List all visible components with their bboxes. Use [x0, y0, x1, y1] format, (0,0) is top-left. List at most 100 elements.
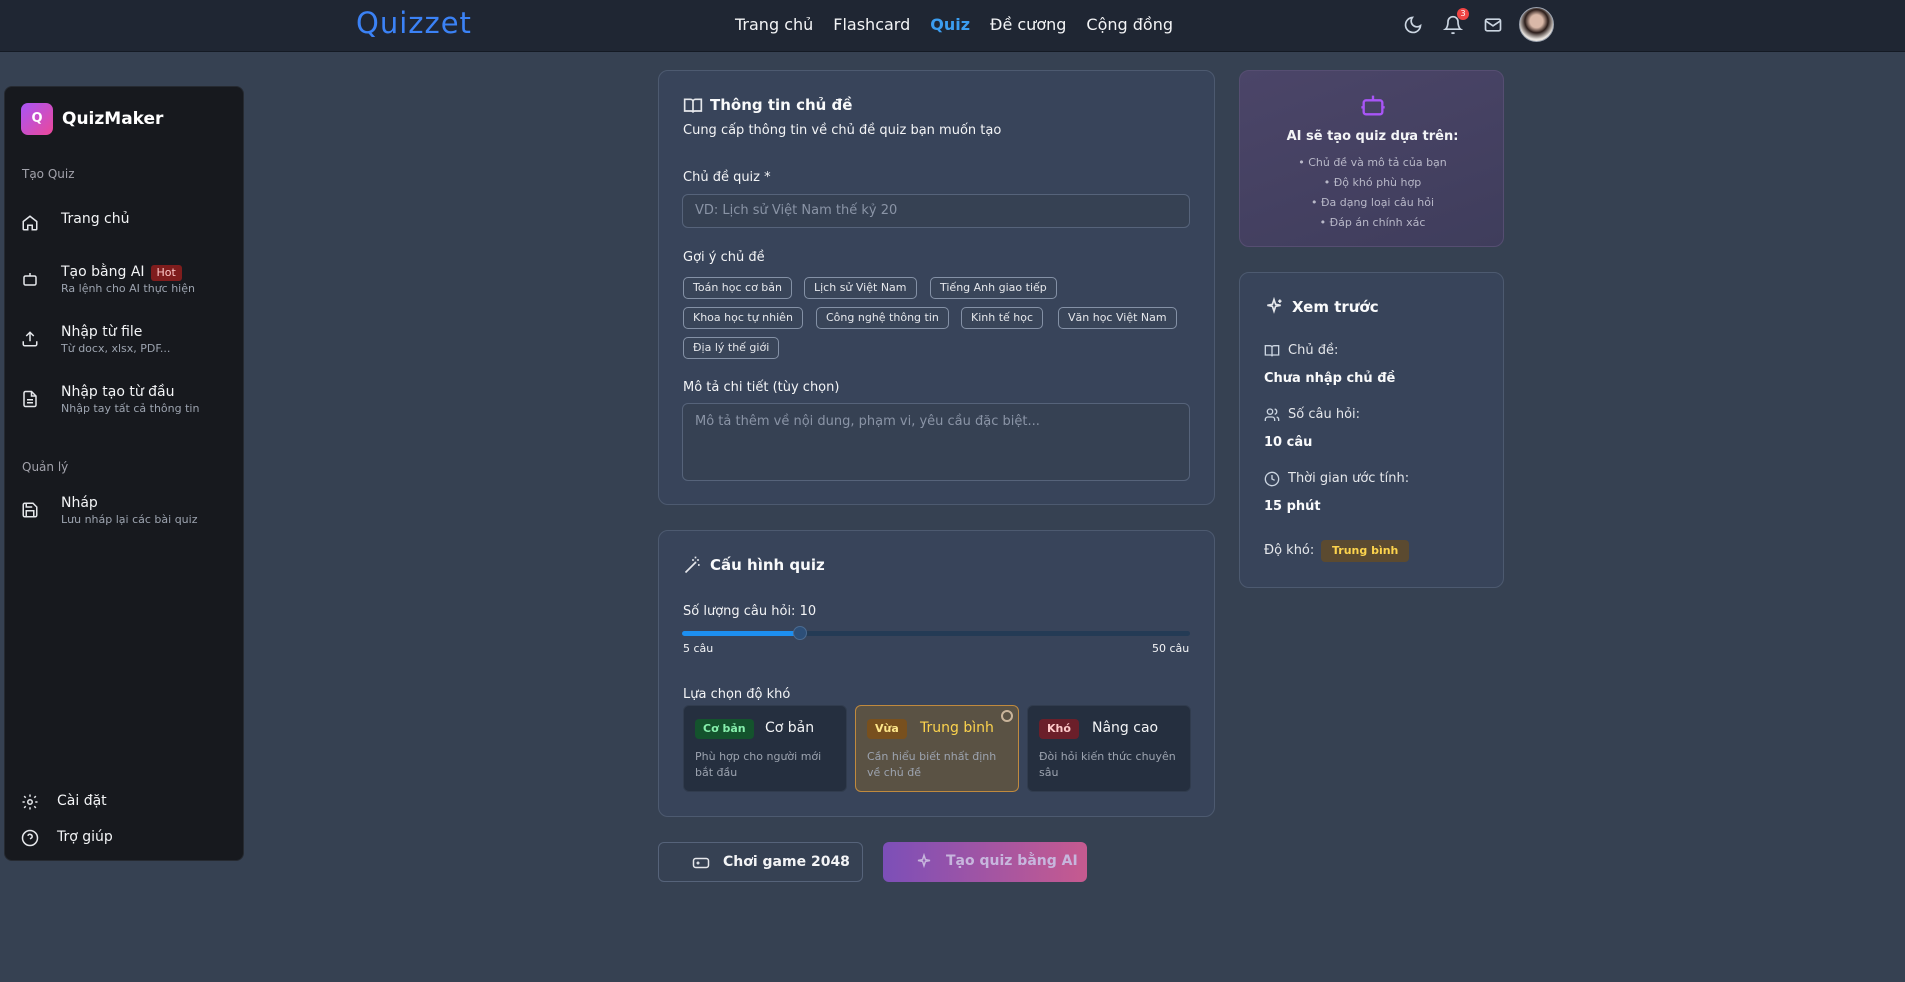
difficulty-label: Lựa chọn độ khó — [683, 687, 791, 702]
book-icon — [683, 98, 703, 113]
sidebar-item-label: Tạo bằng AI — [61, 264, 145, 280]
suggestion-chip[interactable]: Toán học cơ bản — [683, 277, 793, 299]
magic-wand-icon — [684, 556, 700, 574]
nav-home[interactable]: Trang chủ — [735, 15, 813, 34]
robot-icon — [1361, 95, 1385, 116]
preview-title: Xem trước — [1292, 298, 1379, 316]
topic-label: Chủ đề quiz * — [683, 170, 771, 185]
description-textarea[interactable]: Mô tả thêm về nội dung, phạm vi, yêu cầu… — [682, 403, 1190, 481]
sidebar-item-label: Nháp — [61, 495, 98, 511]
sidebar-item-label: Nhập tạo từ đầu — [61, 384, 175, 400]
mail-icon[interactable] — [1483, 15, 1503, 35]
nav-community[interactable]: Cộng đồng — [1086, 15, 1173, 34]
question-count-label: Số lượng câu hỏi: 10 — [683, 604, 817, 619]
sparkles-icon — [1267, 297, 1282, 314]
topic-input[interactable]: VD: Lịch sử Việt Nam thế kỷ 20 — [682, 194, 1190, 228]
slider-max-label: 50 câu — [1152, 642, 1190, 655]
ai-info-title: AI sẽ tạo quiz dựa trên: — [1286, 129, 1459, 144]
file-icon — [23, 390, 37, 408]
gamepad-icon — [692, 857, 710, 869]
generate-ai-quiz-label: Tạo quiz bằng AI — [946, 853, 1078, 869]
save-icon — [22, 502, 38, 518]
difficulty-name: Trung bình — [920, 720, 994, 736]
sidebar: Q QuizMaker Tạo Quiz Trang chủ Tạo bằng … — [4, 86, 244, 861]
sidebar-item-label: Nhập từ file — [61, 324, 143, 340]
ai-info-point: • Chủ đề và mô tả của bạn — [1298, 156, 1447, 169]
sidebar-item-sub: Ra lệnh cho AI thực hiện — [61, 282, 195, 295]
play-2048-button[interactable]: Chơi game 2048 — [658, 842, 863, 882]
difficulty-name: Nâng cao — [1092, 720, 1159, 736]
suggestion-chip[interactable]: Địa lý thế giới — [683, 337, 780, 359]
robot-icon — [23, 273, 37, 286]
preview-difficulty-badge: Trung bình — [1321, 540, 1410, 562]
users-icon — [1264, 408, 1280, 421]
difficulty-tag: Cơ bản — [695, 719, 754, 739]
suggestion-chip[interactable]: Kinh tế học — [961, 307, 1044, 329]
app-logo[interactable]: Quizzet — [356, 6, 472, 40]
suggestion-chip[interactable]: Khoa học tự nhiên — [683, 307, 803, 329]
difficulty-desc: Cần hiểu biết nhất định về chủ đề — [867, 750, 997, 779]
settings-label: Cài đặt — [57, 793, 107, 809]
moon-icon[interactable] — [1403, 15, 1423, 35]
ai-info-point: • Đáp án chính xác — [1319, 216, 1426, 229]
difficulty-option-medium[interactable]: Vừa Trung bình Cần hiểu biết nhất định v… — [855, 705, 1019, 792]
suggestion-chip[interactable]: Tiếng Anh giao tiếp — [930, 277, 1057, 299]
topic-card-subtitle: Cung cấp thông tin về chủ đề quiz bạn mu… — [683, 123, 1002, 138]
preview-time-value: 15 phút — [1264, 499, 1321, 514]
preview-count-label: Số câu hỏi: — [1288, 407, 1361, 422]
suggest-label: Gợi ý chủ đề — [683, 250, 765, 265]
section-manage-label: Quản lý — [22, 460, 69, 474]
section-create-label: Tạo Quiz — [22, 167, 75, 181]
upload-icon — [22, 331, 38, 347]
notification-badge: 3 — [1457, 8, 1469, 20]
suggestion-chip[interactable]: Văn học Việt Nam — [1058, 307, 1177, 329]
difficulty-desc: Đòi hỏi kiến thức chuyên sâu — [1039, 750, 1176, 779]
hot-badge: Hot — [150, 265, 182, 281]
main-nav: Trang chủ Flashcard Quiz Đề cương Cộng đ… — [735, 15, 1173, 34]
ai-info-card: AI sẽ tạo quiz dựa trên: • Chủ đề và mô … — [1239, 70, 1504, 247]
difficulty-name: Cơ bản — [765, 720, 815, 736]
home-icon — [22, 215, 38, 231]
suggestion-chip[interactable]: Công nghệ thông tin — [816, 307, 949, 329]
sidebar-item-sub: Nhập tay tất cả thông tin — [61, 402, 200, 415]
preview-topic-value: Chưa nhập chủ đề — [1264, 371, 1396, 386]
preview-difficulty-label: Độ khó: — [1264, 543, 1315, 558]
generate-ai-quiz-button[interactable]: Tạo quiz bằng AI — [883, 842, 1087, 882]
preview-card: Xem trước Chủ đề: Chưa nhập chủ đề Số câ… — [1239, 272, 1504, 588]
nav-quiz[interactable]: Quiz — [930, 15, 970, 34]
selected-radio-icon — [1001, 710, 1013, 722]
preview-count-value: 10 câu — [1264, 435, 1313, 450]
brand-logo: Q — [21, 103, 53, 135]
difficulty-tag: Vừa — [867, 719, 907, 739]
ai-info-point: • Độ khó phù hợp — [1323, 176, 1422, 189]
user-avatar[interactable] — [1519, 7, 1554, 42]
sidebar-item-sub: Lưu nháp lại các bài quiz — [61, 513, 198, 526]
book-icon — [1264, 345, 1280, 357]
help-label: Trợ giúp — [57, 829, 113, 845]
nav-outline[interactable]: Đề cương — [990, 15, 1066, 34]
gear-icon — [22, 794, 38, 810]
suggestion-chip[interactable]: Lịch sử Việt Nam — [804, 277, 917, 299]
difficulty-option-hard[interactable]: Khó Nâng cao Đòi hỏi kiến thức chuyên sâ… — [1027, 705, 1191, 792]
nav-flashcard[interactable]: Flashcard — [833, 15, 910, 34]
difficulty-desc: Phù hợp cho người mới bắt đầu — [695, 750, 822, 779]
ai-info-point: • Đa dạng loại câu hỏi — [1310, 196, 1434, 209]
play-2048-label: Chơi game 2048 — [723, 854, 850, 870]
sidebar-item-label: Trang chủ — [61, 211, 130, 227]
difficulty-tag: Khó — [1039, 719, 1079, 739]
help-icon — [21, 829, 39, 847]
preview-time-label: Thời gian ước tính: — [1288, 471, 1410, 486]
question-count-slider[interactable] — [682, 626, 1190, 640]
slider-min-label: 5 câu — [683, 642, 714, 655]
top-navbar: Quizzet Trang chủ Flashcard Quiz Đề cươn… — [0, 0, 1905, 52]
difficulty-option-basic[interactable]: Cơ bản Cơ bản Phù hợp cho người mới bắt … — [683, 705, 847, 792]
description-label: Mô tả chi tiết (tùy chọn) — [683, 380, 840, 395]
brand-name: QuizMaker — [62, 109, 164, 129]
clock-icon — [1264, 471, 1280, 487]
sparkles-icon — [917, 853, 931, 869]
preview-topic-label: Chủ đề: — [1288, 343, 1339, 358]
sidebar-item-sub: Từ docx, xlsx, PDF... — [61, 342, 171, 355]
config-card-title: Cấu hình quiz — [710, 556, 825, 574]
slider-fill — [682, 631, 801, 636]
topic-card-title: Thông tin chủ đề — [710, 96, 853, 114]
